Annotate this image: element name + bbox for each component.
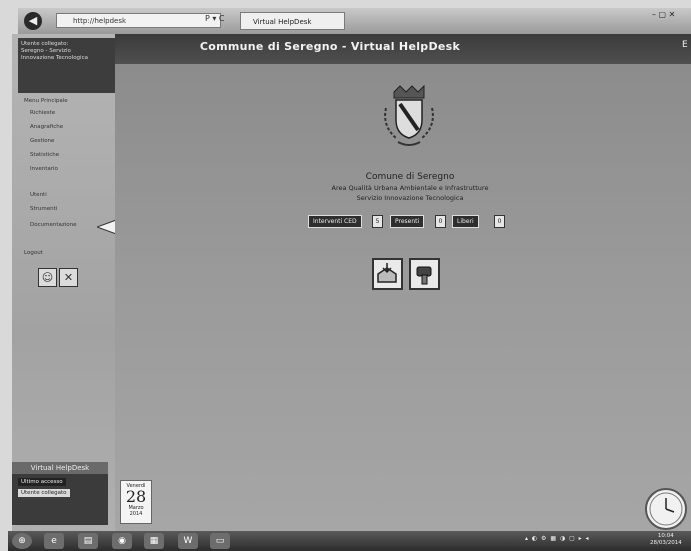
sidebar-user-line: Utente collegato: — [21, 41, 69, 47]
sidebar-item-inventario[interactable]: Inventario — [30, 166, 58, 172]
counter-label-liberi: Liberi — [452, 215, 479, 228]
org-subtitle: Area Qualità Urbana Ambientale e Infrast… — [331, 184, 489, 192]
sidebar-item-logout[interactable]: Logout — [24, 250, 43, 256]
counter-label-presenti: Presenti — [390, 215, 425, 228]
address-bar[interactable]: http://helpdesk — [56, 13, 221, 28]
sidebar-item-utenti[interactable]: Utenti — [30, 192, 47, 198]
taskbar-app-chrome[interactable]: ◉ — [112, 533, 132, 549]
crest-icon — [384, 84, 434, 146]
taskbar-app-word[interactable]: W — [178, 533, 198, 549]
calendar-year: 2014 — [129, 511, 143, 517]
user-icon[interactable]: ☺ — [38, 268, 57, 287]
widget-line: Utente collegato — [18, 489, 70, 497]
page-title: Commune di Seregno - Virtual HelpDesk — [199, 40, 461, 53]
tools-button[interactable] — [409, 258, 440, 290]
inbox-button[interactable] — [372, 258, 403, 290]
sidebar-item-gestione[interactable]: Gestione — [30, 138, 54, 144]
counter-value-presenti: 0 — [435, 215, 446, 228]
sidebar-item-strumenti[interactable]: Strumenti — [30, 206, 57, 212]
sidebar-item-anagrafiche[interactable]: Anagrafiche — [30, 124, 63, 130]
sidebar-item-documentazione[interactable]: Documentazione — [30, 222, 77, 228]
header-right-glyph: E — [682, 40, 688, 50]
sidebar-user-line: Innovazione Tecnologica — [21, 55, 88, 61]
sidebar-item-richieste[interactable]: Richieste — [30, 110, 55, 116]
taskbar-time: 10:04 — [657, 533, 674, 539]
calendar-day: 28 — [125, 487, 147, 506]
sidebar-user-line: Seregno - Servizio — [21, 48, 71, 54]
window-controls[interactable]: – ▢ ✕ — [652, 10, 675, 19]
taskbar-date: 28/03/2014 — [650, 540, 682, 546]
taskbar-app-explorer[interactable]: ▤ — [78, 533, 98, 549]
org-subtitle: Servizio Innovazione Tecnologica — [356, 194, 464, 202]
sidebar-item-statistiche[interactable]: Statistiche — [30, 152, 59, 158]
counter-value-liberi: 0 — [494, 215, 505, 228]
taskbar-app-grid[interactable]: ▦ — [144, 533, 164, 549]
browser-tab[interactable]: Virtual HelpDesk — [240, 12, 345, 30]
address-bar-controls[interactable]: P ▾ C — [205, 14, 225, 23]
widget-line: Ultimo accesso — [18, 478, 66, 486]
inbox-icon — [377, 263, 397, 283]
clock-icon — [645, 488, 687, 530]
helpdesk-widget[interactable]: Virtual HelpDesk Ultimo accesso Utente c… — [12, 462, 108, 525]
back-arrow-icon[interactable]: ◀ — [24, 12, 42, 30]
hammer-icon — [416, 266, 432, 285]
tools-icon[interactable]: ✕ — [59, 268, 78, 287]
taskbar-app-ie[interactable]: e — [44, 533, 64, 549]
start-button[interactable]: ⊕ — [12, 533, 32, 549]
taskbar-clock[interactable]: 10:04 28/03/2014 — [650, 533, 682, 547]
counter-value-interventi: 5 — [372, 215, 383, 228]
taskbar-app-window[interactable]: ▭ — [210, 533, 230, 549]
role-icons: ☺ ✕ — [38, 266, 80, 287]
sidebar-user-box: Utente collegato: Seregno - Servizio Inn… — [18, 38, 116, 93]
org-title: Comune di Seregno — [365, 172, 455, 182]
calendar-gadget: Venerdì 28 Marzo 2014 — [120, 480, 152, 524]
counter-label-interventi: Interventi CED — [308, 215, 362, 228]
sidebar-item-menu[interactable]: Menu Principale — [24, 98, 68, 104]
system-tray-icons[interactable]: ▴ ◐ ⚙ ▦ ◑ ▢ ▸ ◂ — [525, 535, 590, 542]
widget-title: Virtual HelpDesk — [12, 462, 108, 474]
